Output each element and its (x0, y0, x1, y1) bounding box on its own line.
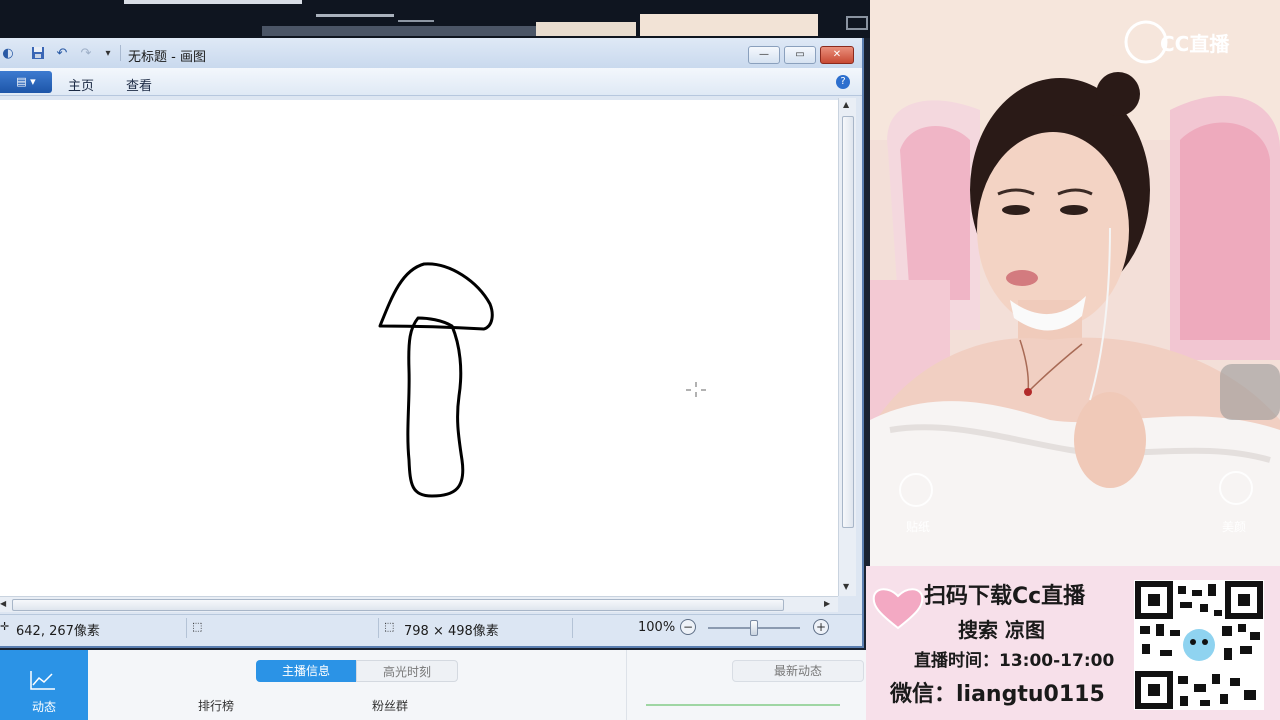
customize-quick-access-icon[interactable]: ▾ (100, 46, 116, 62)
fans-group-link[interactable]: 粉丝群 (372, 697, 408, 714)
dynamic-tile[interactable]: 动态 (0, 650, 88, 720)
cursor-position-icon: ✛ (0, 620, 10, 633)
tab-highlights[interactable]: 高光时刻 (356, 660, 458, 682)
status-bar: ✛ 642, 267像素 ⬚ ⬚ 798 × 498像素 100% − + (0, 614, 862, 640)
top-strip-element (124, 0, 302, 4)
status-separator (378, 618, 379, 638)
ad-search-text: 搜索 凉图 (958, 618, 1045, 642)
tab-home[interactable]: 主页 (68, 75, 94, 94)
scroll-down-icon[interactable]: ▼ (843, 582, 849, 591)
title-bar[interactable]: ◐ ↶ ↷ ▾ 无标题 - 画图 — ▭ ✕ (0, 38, 862, 68)
streaming-app-bottom-panel: 动态 主播信息 高光时刻 排行榜 粉丝群 最新动态 (0, 650, 866, 720)
heart-icon (872, 588, 924, 630)
panel-divider (626, 650, 627, 720)
canvas-size-icon: ⬚ (384, 620, 395, 633)
horizontal-scrollbar[interactable]: ◀ ▶ (0, 596, 838, 612)
paint-app-icon[interactable]: ◐ (0, 46, 16, 62)
file-menu-button[interactable]: ▤ ▾ (0, 71, 52, 93)
screen: { "paint": { "title": "无标题 - 画图", "windo… (0, 0, 1280, 720)
live-stream-video[interactable]: CC直播 贴纸 美颜 (870, 0, 1280, 566)
save-icon[interactable] (30, 46, 46, 62)
horizontal-scroll-thumb[interactable] (12, 599, 784, 611)
scroll-left-icon[interactable]: ◀ (0, 599, 6, 608)
zoom-out-button[interactable]: − (680, 619, 696, 635)
newest-updates-tab[interactable]: 最新动态 (732, 660, 864, 682)
ad-schedule-text: 直播时间：13:00-17:00 (914, 651, 1115, 671)
rank-link[interactable]: 排行榜 (198, 697, 234, 714)
taskbar-top-strip (0, 0, 870, 38)
top-strip-element (536, 22, 636, 36)
scroll-up-icon[interactable]: ▲ (843, 100, 849, 109)
ad-wechat-text: 微信：liangtu0115 (890, 682, 1105, 707)
minimize-button[interactable]: — (748, 46, 780, 64)
canvas-size-text: 798 × 498像素 (404, 624, 499, 639)
cursor-position-text: 642, 267像素 (16, 624, 100, 639)
title-separator (120, 45, 121, 61)
ad-download-text: 扫码下载Cc直播 (924, 584, 1086, 609)
close-button[interactable]: ✕ (820, 46, 854, 64)
scroll-right-icon[interactable]: ▶ (824, 599, 830, 608)
input-underline (646, 688, 840, 706)
top-strip-element (316, 14, 394, 17)
zoom-in-button[interactable]: + (813, 619, 829, 635)
cc-logo: CC直播 (1160, 32, 1230, 56)
dynamic-tile-label: 动态 (31, 700, 56, 714)
qr-code (1134, 580, 1264, 710)
maximize-button[interactable]: ▭ (784, 46, 816, 64)
beauty-label[interactable]: 美颜 (1222, 518, 1246, 535)
crosshair-cursor (686, 382, 706, 397)
drawing-canvas[interactable] (0, 100, 838, 598)
undo-icon[interactable]: ↶ (54, 46, 70, 62)
paint-window: ◐ ↶ ↷ ▾ 无标题 - 画图 — ▭ ✕ ▤ ▾ 主页 查看 ? ▲ ▼ ◀… (0, 38, 864, 648)
selection-size-icon: ⬚ (192, 620, 203, 633)
vertical-scrollbar[interactable]: ▲ ▼ (838, 98, 856, 596)
trend-chart-icon (30, 671, 55, 690)
redo-icon[interactable]: ↷ (78, 46, 94, 62)
tab-anchor-info[interactable]: 主播信息 (256, 660, 356, 682)
zoom-slider-thumb[interactable] (750, 620, 758, 636)
ribbon-tabs: ▤ ▾ 主页 查看 ? (0, 68, 862, 96)
mushroom-drawing (378, 262, 706, 498)
tab-view[interactable]: 查看 (126, 75, 152, 94)
status-separator (572, 618, 573, 638)
zoom-level: 100% (638, 620, 676, 635)
help-icon[interactable]: ? (836, 75, 850, 89)
status-separator (186, 618, 187, 638)
vertical-scroll-thumb[interactable] (842, 116, 854, 528)
streamer-video-frame (870, 0, 1280, 566)
monitor-icon[interactable] (846, 16, 868, 30)
qr-code-icon (1134, 580, 1264, 710)
top-strip-element (398, 20, 434, 22)
top-strip-element (640, 14, 818, 36)
sticker-label[interactable]: 贴纸 (906, 518, 930, 535)
window-title: 无标题 - 画图 (128, 50, 206, 65)
